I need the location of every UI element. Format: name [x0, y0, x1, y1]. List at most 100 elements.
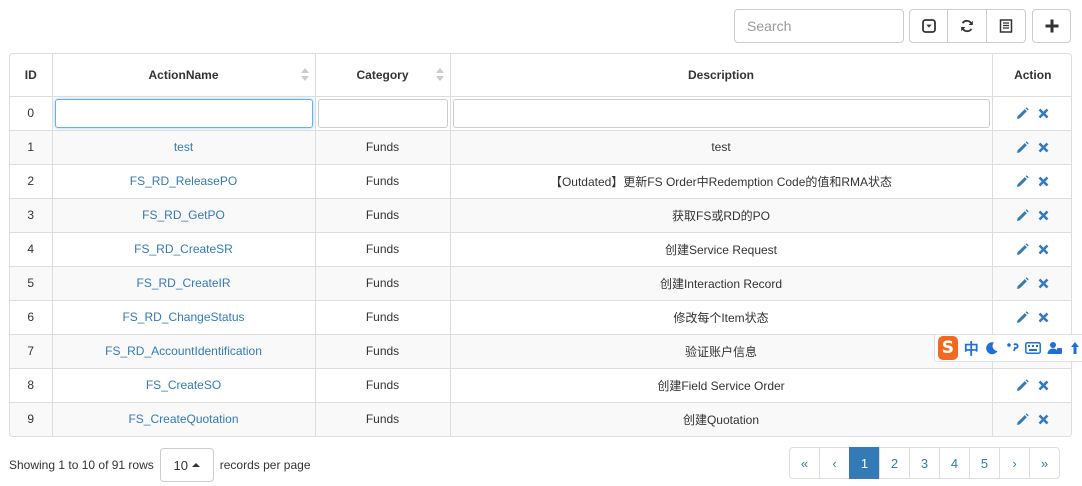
delete-icon[interactable]: [1036, 208, 1050, 222]
row-actionname-cell: FS_CreateSO: [51, 367, 316, 403]
row-category: Funds: [314, 163, 451, 199]
delete-icon[interactable]: [1036, 276, 1050, 290]
page-prev-button[interactable]: ‹: [819, 447, 850, 479]
page-4-button[interactable]: 4: [939, 447, 970, 479]
actionname-link[interactable]: FS_RD_GetPO: [142, 208, 225, 222]
header-id: ID: [10, 54, 53, 97]
delete-icon[interactable]: [1036, 242, 1050, 256]
delete-icon[interactable]: [1036, 174, 1050, 188]
page-last-button[interactable]: »: [1029, 447, 1060, 479]
row-category: Funds: [314, 299, 451, 335]
add-button[interactable]: [1032, 9, 1071, 43]
actionname-link[interactable]: FS_RD_AccountIdentification: [105, 344, 262, 358]
edit-icon[interactable]: [1015, 413, 1029, 427]
filter-row: 0: [10, 95, 1071, 131]
upload-icon[interactable]: [1069, 340, 1082, 356]
punctuation-icon[interactable]: [1005, 340, 1019, 356]
user-icon[interactable]: [1047, 340, 1063, 356]
toggle-view-button[interactable]: [909, 9, 948, 43]
actionname-filter-input[interactable]: [54, 98, 313, 128]
filter-row-id: 0: [10, 95, 53, 131]
table-row: 2 FS_RD_ReleasePO Funds 【Outdated】更新FS O…: [10, 163, 1071, 199]
row-description: 【Outdated】更新FS Order中Redemption Code的值和R…: [449, 163, 993, 199]
header-category[interactable]: Category: [314, 54, 451, 97]
row-id: 4: [10, 231, 53, 267]
header-id-label: ID: [24, 67, 37, 82]
edit-icon[interactable]: [1015, 242, 1029, 256]
page-1-button[interactable]: 1: [849, 447, 880, 479]
edit-icon[interactable]: [1015, 208, 1029, 222]
row-description: 验证账户信息: [449, 333, 993, 369]
row-category: Funds: [314, 367, 451, 403]
edit-icon[interactable]: [1015, 140, 1029, 154]
caret-up-icon: [192, 463, 200, 467]
row-category: Funds: [314, 333, 451, 369]
row-actionname-cell: FS_RD_AccountIdentification: [51, 333, 316, 369]
row-id: 7: [10, 333, 53, 369]
table-row: 6 FS_RD_ChangeStatus Funds 修改每个Item状态: [10, 299, 1071, 335]
delete-icon[interactable]: [1036, 140, 1050, 154]
edit-icon[interactable]: [1015, 276, 1029, 290]
pagination: « ‹ 1 2 3 4 5 › »: [789, 447, 1060, 479]
category-filter-input[interactable]: [317, 98, 448, 128]
row-id: 1: [10, 129, 53, 165]
header-action: Action: [991, 54, 1071, 97]
row-action-cell: [991, 299, 1071, 335]
table-row: 5 FS_RD_CreateIR Funds 创建Interaction Rec…: [10, 265, 1071, 301]
actionname-link[interactable]: FS_RD_CreateIR: [136, 276, 230, 290]
delete-icon[interactable]: [1036, 310, 1050, 324]
ime-logo-icon[interactable]: S: [938, 336, 958, 360]
actionname-link[interactable]: FS_CreateSO: [146, 378, 221, 392]
sort-icon: [300, 68, 309, 82]
delete-icon[interactable]: [1036, 378, 1050, 392]
row-action-cell: [991, 231, 1071, 267]
refresh-button[interactable]: [948, 9, 987, 43]
page-next-button[interactable]: ›: [999, 447, 1030, 479]
row-category: Funds: [314, 265, 451, 301]
actionname-link[interactable]: test: [174, 140, 193, 154]
header-action-label: Action: [1014, 67, 1052, 82]
row-action-cell: [991, 367, 1071, 403]
table-header-row: ID ActionName Category Description Actio…: [10, 54, 1071, 97]
search-input[interactable]: [734, 9, 904, 43]
row-description: test: [449, 129, 993, 165]
keyboard-icon[interactable]: [1024, 340, 1041, 356]
row-actionname-cell: FS_CreateQuotation: [51, 401, 316, 436]
delete-icon[interactable]: [1036, 413, 1050, 427]
edit-icon[interactable]: [1015, 378, 1029, 392]
actionname-link[interactable]: FS_CreateQuotation: [128, 412, 238, 426]
row-description: 创建Interaction Record: [449, 265, 993, 301]
toolbar-button-group: [909, 9, 1026, 43]
page-size-dropdown[interactable]: 10: [159, 448, 214, 482]
row-action-cell: [991, 197, 1071, 233]
actionname-link[interactable]: FS_RD_CreateSR: [134, 242, 233, 256]
table-row: 4 FS_RD_CreateSR Funds 创建Service Request: [10, 231, 1071, 267]
row-id: 8: [10, 367, 53, 403]
header-actionname[interactable]: ActionName: [51, 54, 316, 97]
row-description: 创建Quotation: [449, 401, 993, 436]
delete-icon[interactable]: [1036, 106, 1050, 120]
page-2-button[interactable]: 2: [879, 447, 910, 479]
columns-button[interactable]: [987, 9, 1026, 43]
page-first-button[interactable]: «: [789, 447, 820, 479]
actionname-link[interactable]: FS_RD_ChangeStatus: [122, 310, 244, 324]
row-actionname-cell: FS_RD_CreateIR: [51, 265, 316, 301]
sort-icon: [435, 68, 444, 82]
row-category: Funds: [314, 401, 451, 436]
ime-toolbar[interactable]: S 中: [934, 334, 1082, 362]
moon-icon[interactable]: [985, 340, 999, 356]
filter-cell: [51, 95, 316, 131]
ime-mode-toggle[interactable]: 中: [964, 338, 979, 359]
row-description: 获取FS或RD的PO: [449, 197, 993, 233]
header-actionname-label: ActionName: [148, 67, 219, 82]
edit-icon[interactable]: [1015, 310, 1029, 324]
row-id: 3: [10, 197, 53, 233]
row-actionname-cell: test: [51, 129, 316, 165]
edit-icon[interactable]: [1015, 174, 1029, 188]
page-5-button[interactable]: 5: [969, 447, 1000, 479]
description-filter-input[interactable]: [452, 98, 990, 128]
actionname-link[interactable]: FS_RD_ReleasePO: [130, 174, 237, 188]
row-actionname-cell: FS_RD_ChangeStatus: [51, 299, 316, 335]
page-3-button[interactable]: 3: [909, 447, 940, 479]
edit-icon[interactable]: [1015, 106, 1029, 120]
